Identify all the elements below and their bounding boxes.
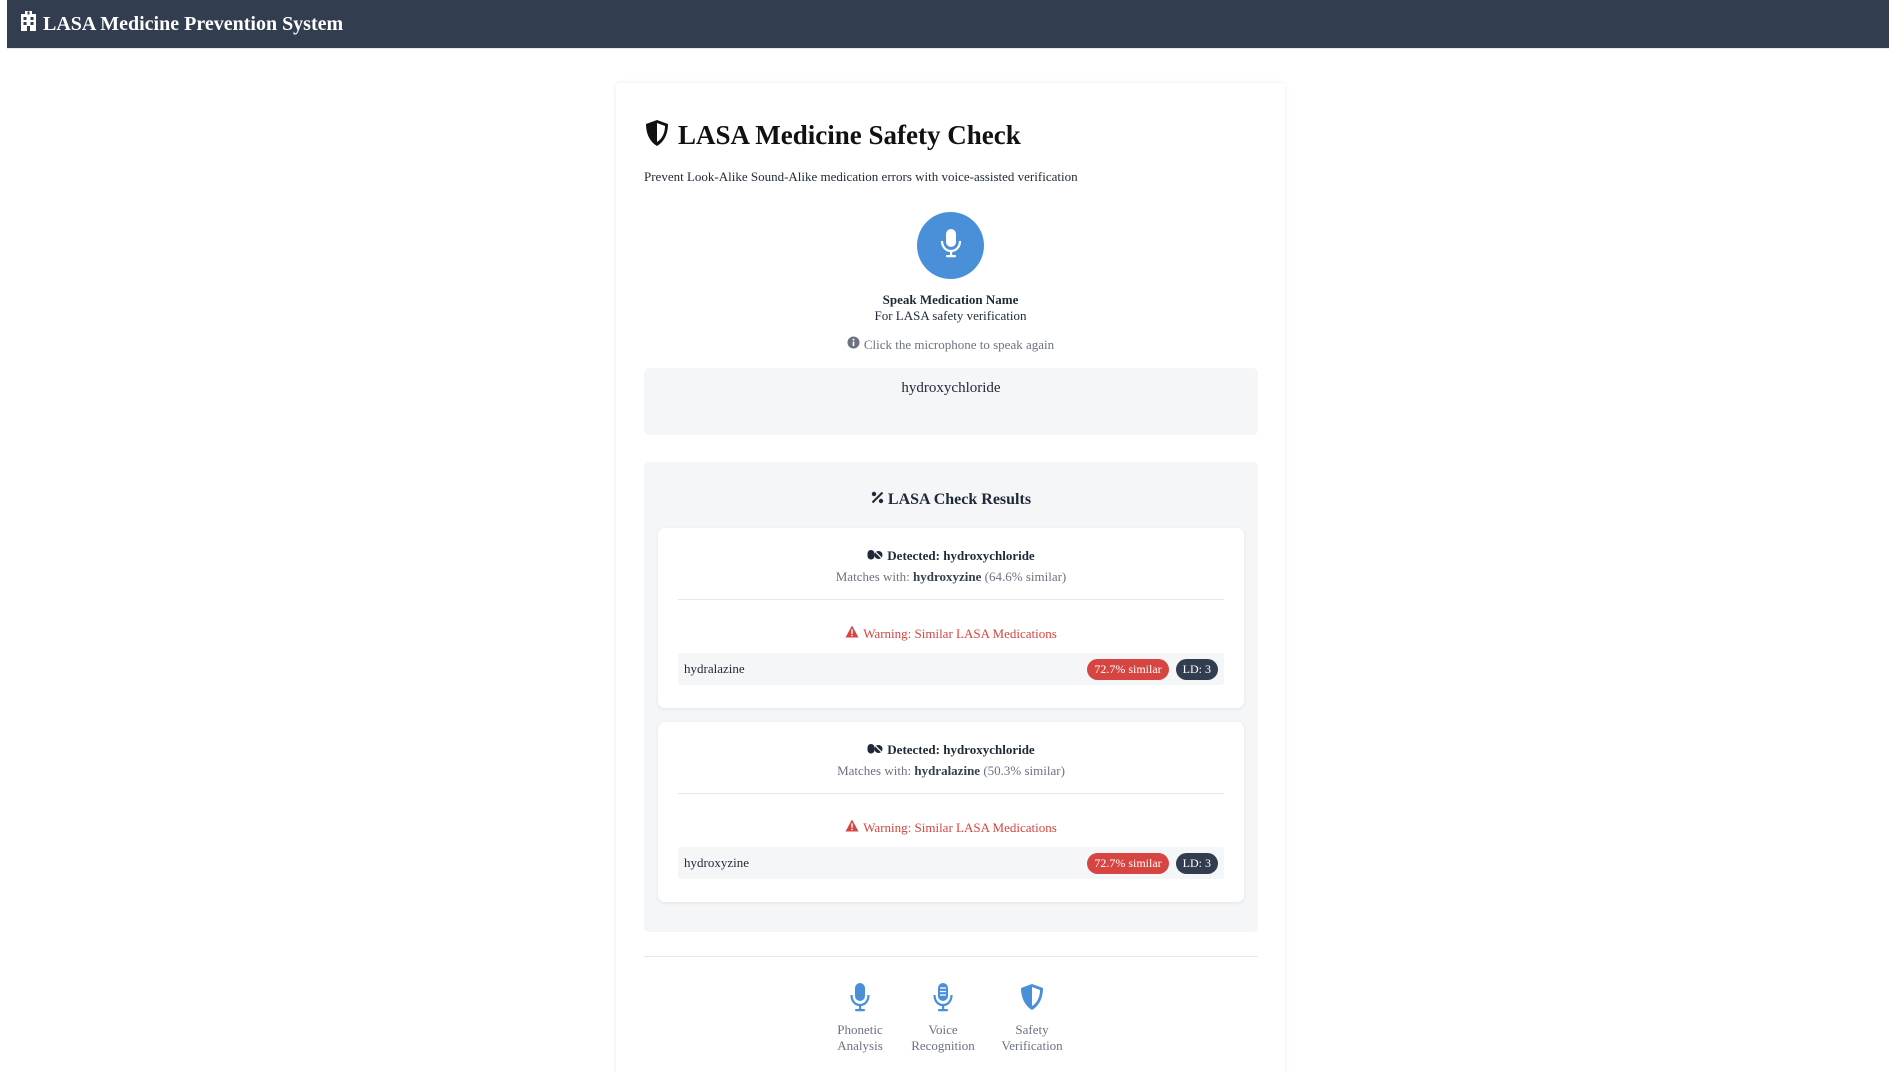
similar-medication-name: hydralazine bbox=[684, 661, 745, 676]
page-title: LASA Medicine Safety Check bbox=[678, 120, 1021, 150]
detected-row: Detected: hydroxychloride bbox=[658, 742, 1244, 758]
detected-text: Detected: hydroxychloride bbox=[887, 742, 1035, 757]
navbar-title: LASA Medicine Prevention System bbox=[43, 12, 344, 35]
matches-text: Matches with: hydroxyzine (64.6% similar… bbox=[658, 569, 1244, 585]
similarity-badge: 72.7% similar bbox=[1087, 852, 1169, 874]
matches-text: Matches with: hydralazine (50.3% similar… bbox=[658, 763, 1244, 779]
top-navbar: LASA Medicine Prevention System bbox=[7, 0, 1889, 49]
ld-badge: LD: 3 bbox=[1175, 852, 1218, 874]
warning-triangle-icon bbox=[845, 819, 859, 836]
speak-hint: Click the microphone to speak again bbox=[616, 336, 1285, 353]
feature-voice-recognition: Voice Recognition bbox=[908, 982, 978, 1054]
warning-row: Warning: Similar LASA Medications bbox=[658, 625, 1244, 642]
results-title-row: LASA Check Results bbox=[644, 491, 1258, 509]
similar-medication-name: hydroxyzine bbox=[684, 855, 749, 870]
warning-text: Warning: Similar LASA Medications bbox=[863, 625, 1057, 641]
similar-medication-row[interactable]: hydralazine 72.7% similar LD: 3 bbox=[678, 653, 1224, 685]
matches-prefix: Matches with: bbox=[835, 569, 910, 584]
feature-line1: Phonetic bbox=[837, 1022, 883, 1037]
page-title-row: LASA Medicine Safety Check bbox=[644, 119, 1021, 152]
result-card: Detected: hydroxychloride Matches with: … bbox=[658, 722, 1244, 902]
results-title: LASA Check Results bbox=[887, 491, 1032, 508]
microphone-button[interactable] bbox=[917, 212, 984, 279]
microphone-lines-icon bbox=[908, 982, 978, 1012]
feature-line1: Safety bbox=[1015, 1022, 1049, 1037]
feature-line2: Verification bbox=[1001, 1038, 1063, 1053]
hospital-icon bbox=[20, 11, 37, 37]
match-similarity: (50.3% similar) bbox=[983, 763, 1065, 778]
speak-subtitle: For LASA safety verification bbox=[874, 308, 1027, 323]
microphone-icon bbox=[940, 228, 962, 263]
match-name: hydralazine bbox=[914, 763, 981, 778]
matches-prefix: Matches with: bbox=[837, 763, 912, 778]
similar-medication-row[interactable]: hydroxyzine 72.7% similar LD: 3 bbox=[678, 847, 1224, 879]
shield-icon bbox=[997, 982, 1067, 1012]
feature-phonetic-analysis: Phonetic Analysis bbox=[825, 982, 895, 1054]
feature-line2: Analysis bbox=[837, 1038, 883, 1053]
percent-icon bbox=[871, 491, 884, 509]
results-panel: LASA Check Results Detected: hydroxychlo… bbox=[644, 462, 1258, 932]
shield-icon bbox=[644, 119, 670, 152]
pills-icon bbox=[867, 742, 883, 758]
info-circle-icon bbox=[847, 336, 860, 353]
microphone-icon bbox=[825, 982, 895, 1012]
feature-line2: Recognition bbox=[911, 1038, 975, 1053]
transcript-box: hydroxychloride bbox=[644, 368, 1258, 435]
speak-title: Speak Medication Name bbox=[882, 292, 1019, 307]
pills-icon bbox=[867, 548, 883, 564]
warning-row: Warning: Similar LASA Medications bbox=[658, 819, 1244, 836]
divider bbox=[678, 793, 1224, 794]
safety-check-card: LASA Medicine Safety Check Prevent Look-… bbox=[616, 83, 1285, 1072]
warning-triangle-icon bbox=[845, 625, 859, 642]
match-name: hydroxyzine bbox=[913, 569, 982, 584]
feature-line1: Voice bbox=[928, 1022, 958, 1037]
ld-badge: LD: 3 bbox=[1175, 658, 1218, 680]
match-similarity: (64.6% similar) bbox=[984, 569, 1067, 584]
speak-hint-text: Click the microphone to speak again bbox=[863, 336, 1055, 352]
divider bbox=[678, 599, 1224, 600]
navbar-brand[interactable]: LASA Medicine Prevention System bbox=[20, 11, 343, 37]
footer-divider bbox=[644, 956, 1258, 957]
result-card: Detected: hydroxychloride Matches with: … bbox=[658, 528, 1244, 708]
warning-text: Warning: Similar LASA Medications bbox=[863, 819, 1057, 835]
similarity-badge: 72.7% similar bbox=[1087, 658, 1169, 680]
feature-safety-verification: Safety Verification bbox=[997, 982, 1067, 1054]
detected-row: Detected: hydroxychloride bbox=[658, 548, 1244, 564]
detected-text: Detected: hydroxychloride bbox=[887, 548, 1035, 563]
page-subtitle: Prevent Look-Alike Sound-Alike medicatio… bbox=[644, 169, 1078, 184]
